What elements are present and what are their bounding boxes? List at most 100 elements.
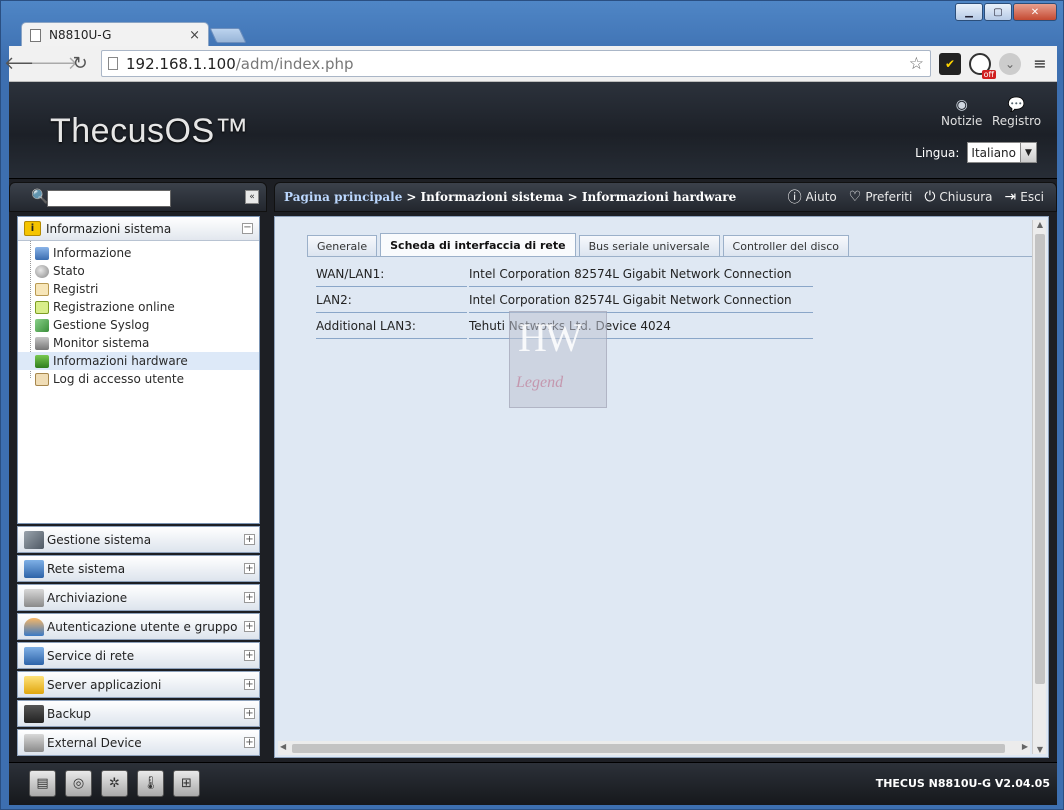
left-panel: 🔍 « i Informazioni sistema − Informazion… xyxy=(9,180,267,760)
watermark-line2: Legend xyxy=(516,374,564,391)
tab-general[interactable]: Generale xyxy=(307,235,378,256)
disk-status-icon[interactable]: ◎ xyxy=(65,770,92,797)
extension-chevron-icon[interactable]: ⌄ xyxy=(999,52,1021,75)
thecus-logo: ThecusOS™ xyxy=(50,112,250,150)
search-icon: 🔍 xyxy=(31,189,49,205)
browser-window: ▁ ▢ ✕ N8810U-G × 🡐 🡒 ↻ 192.168.1.100/adm… xyxy=(0,0,1064,810)
menu-storage[interactable]: Archiviazione + xyxy=(17,584,260,611)
extension-check-icon[interactable]: ✔ xyxy=(939,52,961,75)
tree-item-information[interactable]: Informazione xyxy=(18,244,259,262)
minimize-button[interactable]: ▁ xyxy=(955,3,983,21)
url-host: 192.168.1.100 xyxy=(126,54,236,73)
tree-item-label: Log di accesso utente xyxy=(53,372,184,386)
tab-disk-controller[interactable]: Controller del disco xyxy=(722,235,850,256)
new-tab-button[interactable] xyxy=(209,28,247,43)
menu-label: Server applicazioni xyxy=(47,677,162,692)
syslog-icon xyxy=(35,318,49,332)
bookmark-star-icon[interactable]: ☆ xyxy=(909,54,924,74)
group-header-system-info[interactable]: i Informazioni sistema − xyxy=(18,217,259,241)
language-select[interactable]: Italiano ▼ xyxy=(967,142,1037,163)
favorites-button[interactable]: ♡ Preferiti xyxy=(849,189,913,205)
thecus-admin-page: ThecusOS™ ◉ Notizie 💬 Registro Lingua: I… xyxy=(9,82,1057,805)
tab-network-interface[interactable]: Scheda di interfaccia di rete xyxy=(380,233,576,256)
extension-power-icon[interactable]: off xyxy=(969,52,996,79)
language-label: Lingua: xyxy=(915,145,960,160)
tree-item-user-access-log[interactable]: Log di accesso utente xyxy=(18,370,259,388)
rss-icon: ◉ xyxy=(955,97,968,113)
hardware-tabs: Generale Scheda di interfaccia di rete B… xyxy=(307,233,852,256)
menu-label: Autenticazione utente e gruppo xyxy=(47,619,238,634)
tree-item-online-registration[interactable]: Registrazione online xyxy=(18,298,259,316)
nic-key: Additional LAN3: xyxy=(316,313,467,339)
vertical-scrollbar[interactable]: ▲ ▼ xyxy=(1032,220,1046,754)
logout-button[interactable]: ⇥ Esci xyxy=(1005,189,1045,205)
browser-menu-icon[interactable]: ≡ xyxy=(1029,53,1051,75)
menu-search-input[interactable] xyxy=(47,190,171,207)
horizontal-scrollbar[interactable]: ◀ ▶ xyxy=(278,741,1030,755)
favorites-label: Preferiti xyxy=(865,190,913,204)
tab-close-icon[interactable]: × xyxy=(189,28,200,43)
tab-usb[interactable]: Bus seriale universale xyxy=(578,235,720,256)
scroll-thumb[interactable] xyxy=(292,744,1005,753)
temperature-icon[interactable]: 🌡 xyxy=(137,770,164,797)
log-file-icon xyxy=(35,282,49,296)
language-value: Italiano xyxy=(971,145,1016,160)
tree-item-label: Registrazione online xyxy=(53,300,175,314)
hardware-icon xyxy=(35,354,49,368)
notifications-link[interactable]: ◉ Notizie xyxy=(941,97,982,128)
watermark-line1: HW xyxy=(518,315,583,360)
forward-button[interactable]: 🡒 xyxy=(30,51,78,77)
menu-system-management[interactable]: Gestione sistema + xyxy=(17,526,260,553)
menu-application-server[interactable]: Server applicazioni + xyxy=(17,671,260,698)
network-status-icon[interactable]: ⊞ xyxy=(173,770,200,797)
close-window-button[interactable]: ✕ xyxy=(1013,3,1057,21)
power-icon: ⏻ xyxy=(924,189,936,205)
scroll-right-icon[interactable]: ▶ xyxy=(1022,742,1028,751)
menu-tree: Informazione Stato Registri Registrazion… xyxy=(18,241,259,388)
tree-item-system-monitor[interactable]: Monitor sistema xyxy=(18,334,259,352)
breadcrumb-home-link[interactable]: Pagina principale xyxy=(284,190,402,204)
shutdown-label: Chiusura xyxy=(939,190,993,204)
server-status-icon[interactable]: ▤ xyxy=(29,770,56,797)
expand-icon: + xyxy=(244,679,255,690)
tab-title: N8810U-G xyxy=(49,28,112,42)
nic-key: LAN2: xyxy=(316,287,467,313)
collapse-group-icon[interactable]: − xyxy=(242,223,253,234)
menu-system-network[interactable]: Rete sistema + xyxy=(17,555,260,582)
menu-user-group-auth[interactable]: Autenticazione utente e gruppo + xyxy=(17,613,260,640)
chevron-down-icon: ▼ xyxy=(1020,143,1036,162)
content-area: Generale Scheda di interfaccia di rete B… xyxy=(274,216,1049,758)
collapse-panel-button[interactable]: « xyxy=(245,190,259,204)
menu-external-device[interactable]: External Device + xyxy=(17,729,260,756)
scroll-left-icon[interactable]: ◀ xyxy=(280,742,286,751)
browser-tab[interactable]: N8810U-G × xyxy=(21,22,209,47)
window-controls: ▁ ▢ ✕ xyxy=(954,3,1057,21)
menu-backup[interactable]: Backup + xyxy=(17,700,260,727)
tree-item-label: Monitor sistema xyxy=(53,336,150,350)
tree-item-status[interactable]: Stato xyxy=(18,262,259,280)
menu-accordion: Gestione sistema + Rete sistema + Archiv… xyxy=(17,526,260,758)
tree-item-logs[interactable]: Registri xyxy=(18,280,259,298)
url-path: /adm/index.php xyxy=(235,54,354,73)
language-selector: Lingua: Italiano ▼ xyxy=(915,142,1037,163)
tree-item-hardware-info[interactable]: Informazioni hardware xyxy=(18,352,259,370)
shutdown-button[interactable]: ⏻ Chiusura xyxy=(924,189,992,205)
address-bar[interactable]: 192.168.1.100/adm/index.php ☆ xyxy=(101,50,931,77)
heart-icon: ♡ xyxy=(848,189,862,205)
off-badge: off xyxy=(981,69,996,79)
monitor-icon xyxy=(35,246,49,260)
scroll-thumb[interactable] xyxy=(1035,234,1045,684)
reload-button[interactable]: ↻ xyxy=(67,51,93,77)
registration-icon xyxy=(35,300,49,314)
help-button[interactable]: ⓘ Aiuto xyxy=(788,187,837,207)
status-icon xyxy=(35,264,49,278)
network-icon xyxy=(24,559,44,578)
menu-network-service[interactable]: Service di rete + xyxy=(17,642,260,669)
tree-item-syslog[interactable]: Gestione Syslog xyxy=(18,316,259,334)
scroll-down-icon[interactable]: ▼ xyxy=(1033,745,1047,754)
tree-item-label: Registri xyxy=(53,282,99,296)
fan-status-icon[interactable]: ✲ xyxy=(101,770,128,797)
log-link[interactable]: 💬 Registro xyxy=(992,97,1041,128)
maximize-button[interactable]: ▢ xyxy=(984,3,1012,21)
scroll-up-icon[interactable]: ▲ xyxy=(1033,220,1047,229)
